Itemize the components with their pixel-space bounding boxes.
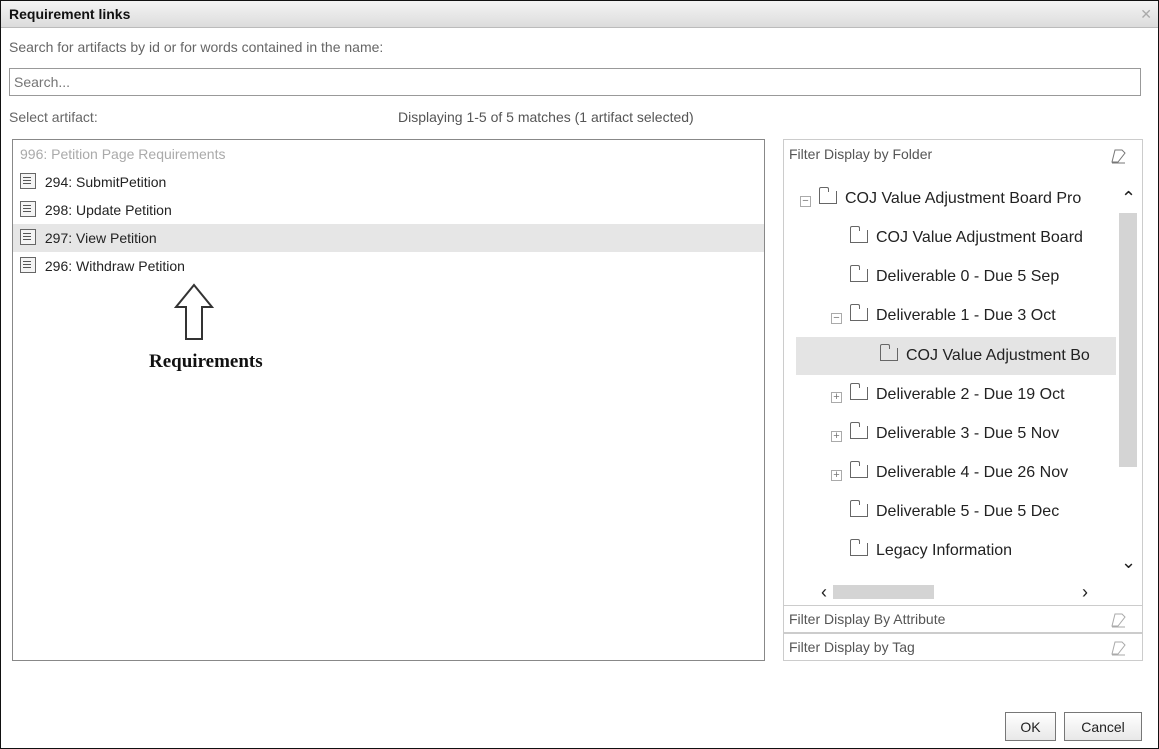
- folder-open-icon: [819, 187, 837, 204]
- attribute-filter-panel[interactable]: Filter Display By Attribute: [783, 605, 1143, 633]
- dialog-title: Requirement links: [9, 6, 131, 22]
- match-count: Displaying 1-5 of 5 matches (1 artifact …: [398, 109, 694, 125]
- folder-tree-item[interactable]: − COJ Value Adjustment Board Pro: [800, 180, 1081, 218]
- requirement-links-dialog: Requirement links ✕ Search for artifacts…: [0, 0, 1159, 749]
- folder-label: Deliverable 3 - Due 5 Nov: [876, 425, 1060, 442]
- requirement-icon: [20, 229, 36, 245]
- tag-filter-header: Filter Display by Tag: [789, 639, 915, 655]
- vertical-scroll-thumb[interactable]: [1119, 213, 1137, 467]
- requirement-icon: [20, 201, 36, 217]
- folder-label: Deliverable 2 - Due 19 Oct: [876, 386, 1065, 403]
- artifact-list: 996: Petition Page Requirements 294: Sub…: [12, 139, 765, 661]
- search-input[interactable]: [9, 68, 1141, 96]
- folder-open-icon: [850, 265, 868, 282]
- folder-tree-item-selected[interactable]: COJ Value Adjustment Bo: [796, 337, 1116, 375]
- folder-label: Deliverable 0 - Due 5 Sep: [876, 268, 1060, 285]
- scroll-left-chevron-icon[interactable]: ‹: [821, 583, 827, 601]
- collapse-toggle-icon[interactable]: −: [800, 196, 811, 207]
- requirement-icon: [20, 257, 36, 273]
- folder-open-icon: [850, 461, 868, 478]
- dialog-title-bar: Requirement links ✕: [1, 1, 1158, 28]
- folder-open-icon: [850, 383, 868, 400]
- folder-tree: − COJ Value Adjustment Board Pro COJ Valu…: [784, 180, 1116, 580]
- artifact-parent-row[interactable]: 996: Petition Page Requirements: [13, 140, 764, 168]
- folder-filter-panel: Filter Display by Folder − COJ Value Adju…: [783, 139, 1143, 661]
- requirements-annotation-label: Requirements: [149, 351, 263, 372]
- artifact-row[interactable]: 298: Update Petition: [13, 196, 764, 224]
- folder-open-icon: [850, 304, 868, 321]
- folder-label: Legacy Information: [876, 542, 1013, 559]
- folder-open-icon: [850, 422, 868, 439]
- scroll-up-chevron-icon[interactable]: ⌃: [1121, 189, 1136, 207]
- folder-tree-item[interactable]: Deliverable 5 - Due 5 Dec: [850, 493, 1059, 531]
- folder-tree-item[interactable]: Deliverable 0 - Due 5 Sep: [850, 258, 1059, 296]
- folder-label: Deliverable 4 - Due 26 Nov: [876, 464, 1069, 481]
- collapse-toggle-icon[interactable]: −: [831, 313, 842, 324]
- search-label: Search for artifacts by id or for words …: [9, 39, 384, 55]
- attribute-filter-header: Filter Display By Attribute: [789, 611, 946, 627]
- close-icon[interactable]: ✕: [1140, 6, 1152, 23]
- eraser-icon[interactable]: [1110, 612, 1127, 629]
- tag-filter-panel[interactable]: Filter Display by Tag: [783, 633, 1143, 661]
- cancel-button[interactable]: Cancel: [1064, 712, 1142, 741]
- horizontal-scroll-thumb[interactable]: [833, 585, 934, 599]
- folder-tree-item[interactable]: COJ Value Adjustment Board: [850, 219, 1083, 257]
- folder-tree-item[interactable]: + Deliverable 2 - Due 19 Oct: [831, 376, 1065, 414]
- artifact-row[interactable]: 296: Withdraw Petition: [13, 252, 764, 280]
- folder-label: COJ Value Adjustment Board Pro: [845, 190, 1082, 207]
- folder-horizontal-scrollbar[interactable]: ‹ ›: [784, 580, 1116, 604]
- requirement-icon: [20, 173, 36, 189]
- artifact-label: 296: Withdraw Petition: [44, 258, 185, 274]
- folder-filter-header: Filter Display by Folder: [789, 146, 933, 162]
- folder-open-icon: [880, 344, 898, 361]
- select-artifact-label: Select artifact:: [9, 109, 98, 125]
- expand-toggle-icon[interactable]: +: [831, 392, 842, 403]
- folder-open-icon: [850, 226, 868, 243]
- annotation-up-arrow-icon: [173, 283, 215, 340]
- folder-tree-item[interactable]: + Deliverable 3 - Due 5 Nov: [831, 415, 1059, 453]
- folder-label: COJ Value Adjustment Board: [876, 229, 1083, 246]
- folder-open-icon: [850, 500, 868, 517]
- folder-tree-item[interactable]: − Deliverable 1 - Due 3 Oct: [831, 297, 1056, 335]
- folder-label: Deliverable 5 - Due 5 Dec: [876, 503, 1060, 520]
- artifact-label: 298: Update Petition: [44, 202, 172, 218]
- eraser-icon[interactable]: [1110, 148, 1127, 165]
- folder-tree-item[interactable]: + Deliverable 4 - Due 26 Nov: [831, 454, 1068, 492]
- artifact-row[interactable]: 294: SubmitPetition: [13, 168, 764, 196]
- expand-toggle-icon[interactable]: +: [831, 431, 842, 442]
- folder-tree-item[interactable]: Legacy Information: [850, 532, 1012, 570]
- artifact-label: 297: View Petition: [44, 230, 157, 246]
- artifact-row-selected[interactable]: 297: View Petition: [13, 224, 764, 252]
- folder-label: COJ Value Adjustment Bo: [906, 347, 1090, 364]
- folder-label: Deliverable 1 - Due 3 Oct: [876, 307, 1056, 324]
- artifact-label: 996: Petition Page Requirements: [20, 146, 226, 162]
- artifact-label: 294: SubmitPetition: [44, 174, 167, 190]
- folder-open-icon: [850, 539, 868, 556]
- scroll-down-chevron-icon[interactable]: ⌄: [1121, 553, 1136, 571]
- scroll-right-chevron-icon[interactable]: ›: [1082, 583, 1088, 601]
- ok-button[interactable]: OK: [1005, 712, 1056, 741]
- folder-vertical-scrollbar[interactable]: ⌃ ⌄: [1116, 180, 1140, 580]
- expand-toggle-icon[interactable]: +: [831, 470, 842, 481]
- eraser-icon[interactable]: [1110, 640, 1127, 657]
